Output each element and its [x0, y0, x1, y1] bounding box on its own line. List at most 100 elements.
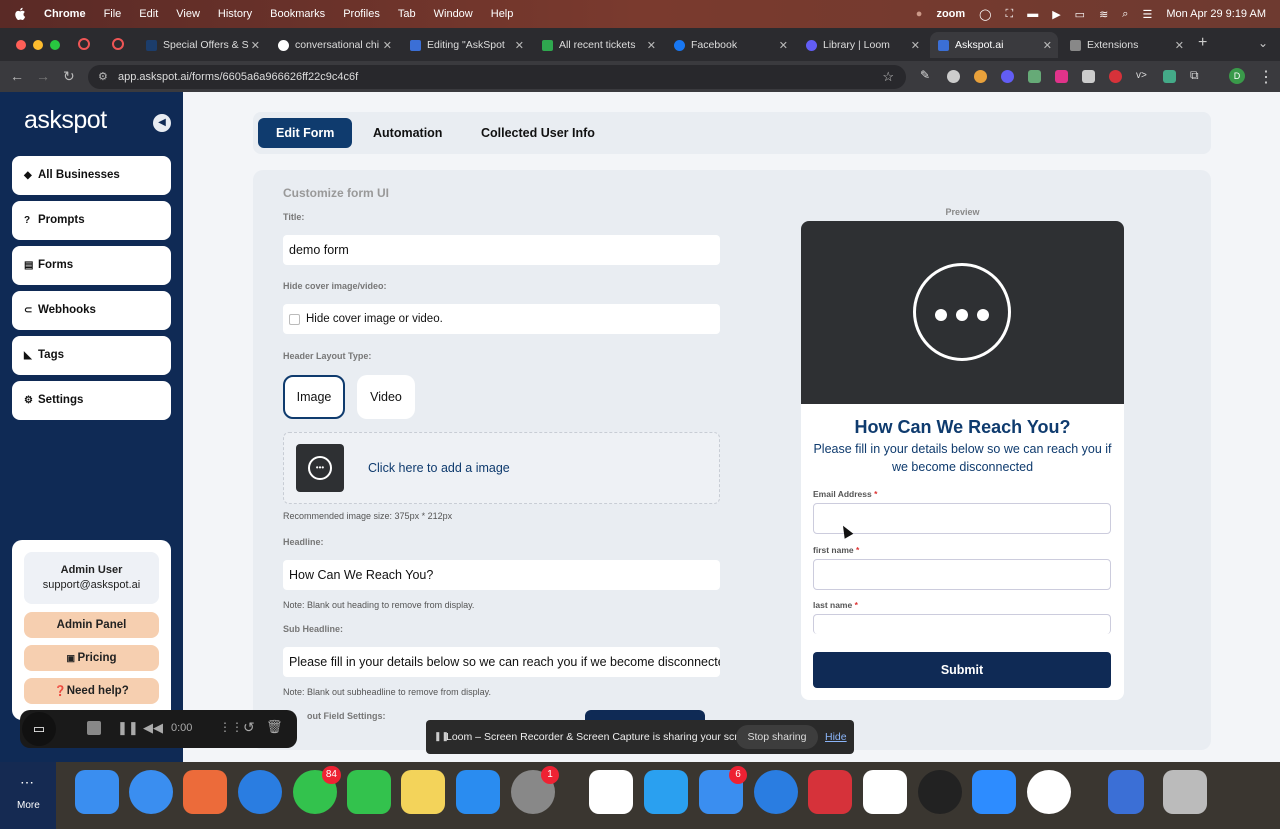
stop-sharing-button[interactable]: Stop sharing — [736, 725, 818, 749]
stop-recording-button[interactable] — [87, 721, 101, 735]
chrome-icon[interactable] — [1027, 770, 1071, 814]
testflight-icon[interactable] — [754, 770, 798, 814]
trash-icon[interactable]: 🗑 — [266, 719, 283, 735]
rewind-icon[interactable]: ◀◀ — [143, 720, 163, 736]
close-tab-icon[interactable]: ✕ — [779, 39, 788, 52]
menu-view[interactable]: View — [176, 8, 200, 20]
screen-icon[interactable]: ⛶ — [1005, 8, 1013, 21]
site-info-icon[interactable]: ⚙ — [98, 65, 108, 89]
recording-tab-icon[interactable] — [112, 38, 124, 50]
play-icon[interactable]: ▶ — [1052, 8, 1060, 21]
tab-facebook[interactable]: Facebook ✕ — [666, 32, 794, 58]
close-tab-icon[interactable]: ✕ — [515, 39, 524, 52]
pricing-button[interactable]: ▣ Pricing — [24, 645, 159, 671]
hide-banner-link[interactable]: Hide — [825, 731, 847, 743]
image-upload-area[interactable]: ••• Click here to add a image — [283, 432, 720, 504]
express-vpn-icon[interactable] — [808, 770, 852, 814]
sidebar-item-prompts[interactable]: ? Prompts — [12, 201, 171, 240]
control-center-icon[interactable]: ☰ — [1142, 8, 1152, 21]
close-tab-icon[interactable]: ✕ — [1175, 39, 1184, 52]
wifi-icon[interactable]: ≋ — [1099, 8, 1108, 21]
sidebar-item-all-businesses[interactable]: ◆ All Businesses — [12, 156, 171, 195]
menu-history[interactable]: History — [218, 8, 252, 20]
pause-icon[interactable]: ❚❚ — [117, 720, 139, 736]
close-tab-icon[interactable]: ✕ — [1043, 39, 1052, 52]
minimize-window-icon[interactable] — [33, 39, 43, 50]
close-window-icon[interactable] — [16, 39, 26, 50]
menu-file[interactable]: File — [104, 8, 122, 20]
calendar-app-icon[interactable] — [644, 770, 688, 814]
grid-icon[interactable]: ⋮⋮ — [219, 720, 243, 734]
eyedropper-icon[interactable]: ✎ — [920, 68, 933, 82]
menu-profiles[interactable]: Profiles — [343, 8, 380, 20]
title-input[interactable]: demo form — [283, 235, 720, 265]
puzzle-icon[interactable]: ⧉ — [1190, 68, 1203, 82]
facetime-icon[interactable] — [347, 770, 391, 814]
first-name-field[interactable] — [813, 559, 1111, 590]
askspot-logo[interactable]: askspot — [24, 106, 107, 135]
menu-kebab-icon[interactable]: ⋮ — [1258, 67, 1274, 86]
toggle-icon[interactable]: ▬ — [1027, 8, 1038, 20]
submit-button[interactable]: Submit — [813, 652, 1111, 688]
microphone-icon[interactable]: ● — [916, 8, 923, 20]
tab-askspot-active[interactable]: Askspot.ai ✕ — [930, 32, 1058, 58]
vpn-extension-icon[interactable] — [1109, 70, 1122, 83]
menu-help[interactable]: Help — [491, 8, 514, 20]
camera-icon[interactable]: ▭ — [22, 712, 56, 746]
layout-image-button[interactable]: Image — [283, 375, 345, 419]
extension-icon[interactable] — [1055, 70, 1068, 83]
tab-recent-tickets[interactable]: All recent tickets ✕ — [534, 32, 662, 58]
admin-panel-button[interactable]: Admin Panel — [24, 612, 159, 638]
last-name-field[interactable] — [813, 614, 1111, 634]
notes-icon[interactable] — [401, 770, 445, 814]
tab-collected-user-info[interactable]: Collected User Info — [463, 118, 613, 148]
partial-button[interactable] — [585, 710, 705, 720]
extension-icon[interactable] — [947, 70, 960, 83]
app-store-icon[interactable] — [456, 770, 500, 814]
edit-extension-icon[interactable] — [1163, 70, 1176, 83]
back-icon[interactable]: ← — [10, 68, 24, 84]
extension-icon[interactable] — [1028, 70, 1041, 83]
menu-tab[interactable]: Tab — [398, 8, 416, 20]
need-help-button[interactable]: ❓Need help? — [24, 678, 159, 704]
more-panel[interactable]: ⋯ More — [0, 762, 56, 829]
tab-extensions[interactable]: Extensions ✕ — [1062, 32, 1190, 58]
close-tab-icon[interactable]: ✕ — [251, 39, 260, 52]
zoom-status[interactable]: zoom — [936, 8, 965, 20]
profile-avatar[interactable]: D — [1229, 68, 1245, 84]
battery-icon[interactable]: ▭ — [1075, 8, 1085, 21]
tab-conversational[interactable]: conversational chi ✕ — [270, 32, 398, 58]
safari-icon[interactable] — [238, 770, 282, 814]
maximize-window-icon[interactable] — [50, 39, 60, 50]
tab-special-offers[interactable]: Special Offers & S ✕ — [138, 32, 266, 58]
menu-window[interactable]: Window — [434, 8, 473, 20]
headline-input[interactable]: How Can We Reach You? — [283, 560, 720, 590]
mail-icon[interactable]: 6 — [699, 766, 747, 814]
zoom-icon[interactable] — [972, 770, 1016, 814]
tab-search-icon[interactable]: ⌄ — [1258, 36, 1268, 50]
subheadline-input[interactable]: Please fill in your details below so we … — [283, 647, 720, 677]
sidebar-item-forms[interactable]: ▤ Forms — [12, 246, 171, 285]
restart-icon[interactable]: ↺ — [243, 719, 255, 736]
tab-automation[interactable]: Automation — [355, 118, 460, 148]
shield-icon[interactable] — [1082, 70, 1095, 83]
document-preview-icon[interactable] — [1108, 770, 1144, 814]
new-tab-icon[interactable]: + — [1198, 34, 1207, 52]
trash-icon[interactable] — [1163, 770, 1207, 814]
messages-icon[interactable]: 84 — [293, 766, 341, 814]
sidebar-item-settings[interactable]: ⚙ Settings — [12, 381, 171, 420]
url-bar[interactable]: ⚙ app.askspot.ai/forms/6605a6a966626ff22… — [88, 65, 906, 89]
reload-icon[interactable]: ↻ — [63, 68, 75, 85]
finder-icon[interactable] — [75, 770, 119, 814]
sync-icon[interactable]: ◯ — [979, 8, 991, 21]
loom-icon[interactable] — [918, 770, 962, 814]
menu-edit[interactable]: Edit — [139, 8, 158, 20]
menu-bookmarks[interactable]: Bookmarks — [270, 8, 325, 20]
extension-icon[interactable]: v> — [1136, 70, 1149, 83]
hide-cover-checkbox[interactable] — [289, 314, 300, 325]
loom-extension-icon[interactable] — [1001, 70, 1014, 83]
close-tab-icon[interactable]: ✕ — [647, 39, 656, 52]
apple-icon[interactable] — [14, 7, 26, 21]
recording-tab-icon[interactable] — [78, 38, 90, 50]
extension-icon[interactable] — [974, 70, 987, 83]
